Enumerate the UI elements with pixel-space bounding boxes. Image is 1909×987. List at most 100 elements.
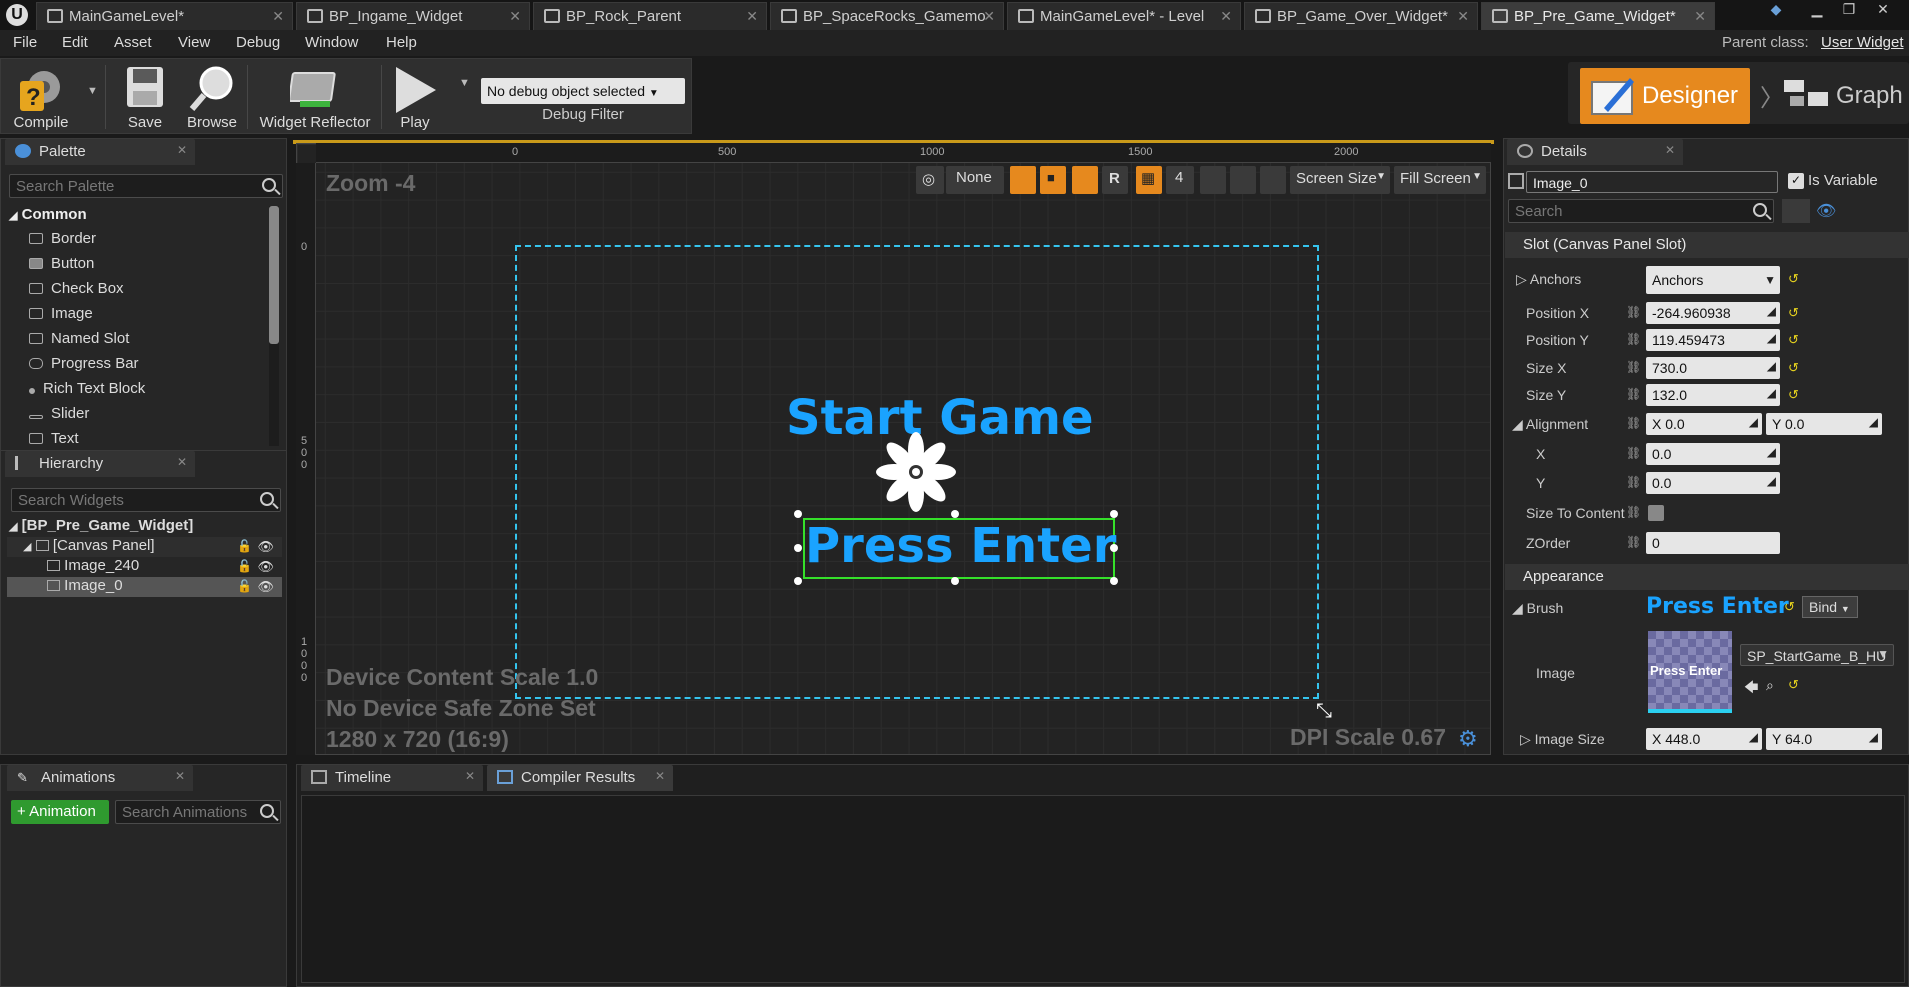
palette-item-named-slot[interactable]: Named Slot (29, 330, 129, 347)
tab-main-game-level[interactable]: MainGameLevel* ✕ (36, 2, 293, 30)
bind-icon[interactable]: ⛓ (1626, 416, 1641, 430)
menu-edit[interactable]: Edit (62, 34, 88, 51)
scrollbar-thumb[interactable] (269, 206, 279, 344)
hierarchy-item-canvas-panel[interactable]: ◢ [Canvas Panel] 🔓 👁 (7, 537, 282, 557)
bind-dropdown[interactable]: Bind ▼ (1802, 596, 1858, 618)
palette-item-slider[interactable]: Slider (29, 405, 89, 422)
property-matrix-icon[interactable] (1782, 199, 1810, 223)
close-icon[interactable]: ✕ (177, 143, 187, 157)
browse-button[interactable]: Browse (179, 59, 245, 135)
widget-reflector-button[interactable]: Widget Reflector (253, 59, 377, 135)
menu-asset[interactable]: Asset (114, 34, 152, 51)
resize-handle[interactable] (1110, 577, 1118, 585)
reset-arrow-icon[interactable]: ↺ (1784, 599, 1795, 615)
category-common[interactable]: ◢ Common (9, 206, 87, 223)
compile-options-icon[interactable]: ▼ (87, 85, 98, 97)
tab-bp-rock-parent[interactable]: BP_Rock_Parent ✕ (533, 2, 767, 30)
tab-bp-game-over-widget[interactable]: BP_Game_Over_Widget* ✕ (1244, 2, 1478, 30)
palette-item-button[interactable]: Button (29, 255, 94, 272)
anchors-dropdown[interactable]: Anchors ▼ (1646, 266, 1780, 294)
size-to-content-checkbox[interactable] (1648, 505, 1664, 521)
lock-icon[interactable]: 🔓 (237, 579, 252, 593)
is-variable-checkbox[interactable]: ✓ (1788, 173, 1804, 189)
hierarchy-root[interactable]: ◢ [BP_Pre_Game_Widget] (9, 517, 284, 537)
resize-handle[interactable] (1110, 544, 1118, 552)
reset-arrow-icon[interactable]: ↺ (1788, 677, 1799, 693)
hierarchy-tab[interactable]: Hierarchy ✕ (5, 451, 195, 477)
maximize-icon[interactable]: ❐ (1838, 2, 1860, 18)
close-icon[interactable]: ✕ (1457, 8, 1469, 25)
close-icon[interactable]: ✕ (509, 8, 521, 25)
position-y-input[interactable]: 119.459473 ◢ (1646, 329, 1780, 351)
image-size-y-input[interactable]: Y 64.0 ◢ (1766, 728, 1882, 750)
reset-arrow-icon[interactable]: ↺ (1788, 360, 1799, 376)
bind-icon[interactable]: ⛓ (1626, 446, 1641, 460)
visibility-eye-icon[interactable]: 👁 (257, 559, 274, 575)
slot-section-header[interactable]: Slot (Canvas Panel Slot) (1505, 232, 1909, 258)
graph-mode-button[interactable]: Graph (1836, 82, 1903, 110)
menu-view[interactable]: View (178, 34, 210, 51)
image-size-x-input[interactable]: X 448.0 ◢ (1646, 728, 1762, 750)
add-animation-button[interactable]: + Animation (11, 800, 109, 824)
graph-icon[interactable] (1782, 78, 1830, 110)
palette-item-text[interactable]: Text (29, 430, 79, 448)
close-window-icon[interactable]: ✕ (1872, 2, 1894, 18)
alignment-y-input[interactable]: Y 0.0 ◢ (1766, 413, 1882, 435)
palette-item-progress-bar[interactable]: Progress Bar (29, 355, 139, 372)
appearance-section-header[interactable]: Appearance (1505, 564, 1909, 590)
close-icon[interactable]: ✕ (1665, 143, 1675, 157)
palette-item-check-box[interactable]: Check Box (29, 280, 124, 297)
visibility-eye-icon[interactable]: 👁 (257, 579, 274, 595)
bind-icon[interactable]: ⛓ (1626, 305, 1641, 319)
respect-locks-icon[interactable] (1010, 166, 1036, 194)
animations-search-input[interactable]: Search Animations (115, 800, 281, 824)
tab-bp-spacerocks-gamemode[interactable]: BP_SpaceRocks_Gamemo ✕ (770, 2, 1004, 30)
lock-icon[interactable]: 🔓 (237, 539, 252, 553)
palette-tab[interactable]: Palette ✕ (5, 139, 195, 165)
widget-name-input[interactable]: Image_0 (1526, 171, 1778, 193)
menu-window[interactable]: Window (305, 34, 358, 51)
resize-handle[interactable] (794, 577, 802, 585)
grid-snap-icon[interactable]: ▦ (1136, 166, 1162, 194)
close-icon[interactable]: ✕ (983, 8, 995, 25)
size-x-input[interactable]: 730.0 ◢ (1646, 357, 1780, 379)
zorder-input[interactable]: 0 (1646, 532, 1780, 554)
lock-icon[interactable]: ■ (1040, 166, 1066, 194)
minimize-icon[interactable]: ▁ (1806, 2, 1828, 18)
canvas-resize-icon[interactable]: ⤡ (1316, 700, 1332, 723)
bind-icon[interactable]: ⛓ (1626, 535, 1641, 549)
close-icon[interactable]: ✕ (746, 8, 758, 25)
marketplace-icon[interactable]: ◆ (1765, 2, 1787, 18)
compile-button[interactable]: ? Compile (3, 59, 79, 135)
compiler-results-tab[interactable]: Compiler Results ✕ (487, 765, 673, 791)
bind-icon[interactable]: ⛓ (1626, 505, 1641, 519)
reset-arrow-icon[interactable]: ↺ (1788, 332, 1799, 348)
palette-item-border[interactable]: Border (29, 230, 96, 247)
fill-screen-dropdown[interactable]: Fill Screen ▼ (1394, 166, 1486, 194)
timeline-tab[interactable]: Timeline ✕ (301, 765, 483, 791)
hierarchy-item-image-0[interactable]: Image_0 🔓 👁 (7, 577, 282, 597)
menu-help[interactable]: Help (386, 34, 417, 51)
close-icon[interactable]: ✕ (655, 769, 665, 783)
view-options-eye-icon[interactable]: 👁 (1816, 201, 1836, 221)
bind-icon[interactable]: ⛓ (1626, 475, 1641, 489)
close-icon[interactable]: ✕ (1694, 8, 1706, 25)
flip-direction-icon[interactable] (1260, 166, 1286, 194)
parent-class-link[interactable]: User Widget (1821, 34, 1904, 51)
close-icon[interactable]: ✕ (465, 769, 475, 783)
world-icon[interactable]: ◎ (916, 166, 944, 194)
hierarchy-search-input[interactable]: Search Widgets (11, 488, 281, 512)
palette-item-rich-text-block[interactable]: Rich Text Block (29, 380, 145, 397)
size-y-input[interactable]: 132.0 ◢ (1646, 384, 1780, 406)
palette-item-image[interactable]: Image (29, 305, 93, 322)
visibility-eye-icon[interactable]: 👁 (257, 539, 274, 555)
resize-handle[interactable] (951, 510, 959, 518)
hierarchy-item-image-240[interactable]: Image_240 🔓 👁 (7, 557, 282, 577)
use-selected-arrow-icon[interactable]: 🡄 (1744, 677, 1758, 701)
palette-search-input[interactable]: Search Palette (9, 174, 283, 198)
details-tab[interactable]: Details ✕ (1507, 139, 1683, 165)
menu-file[interactable]: File (13, 34, 37, 51)
position-x-input[interactable]: -264.960938 ◢ (1646, 302, 1780, 324)
close-icon[interactable]: ✕ (272, 8, 284, 25)
reset-arrow-icon[interactable]: ↺ (1788, 271, 1799, 287)
